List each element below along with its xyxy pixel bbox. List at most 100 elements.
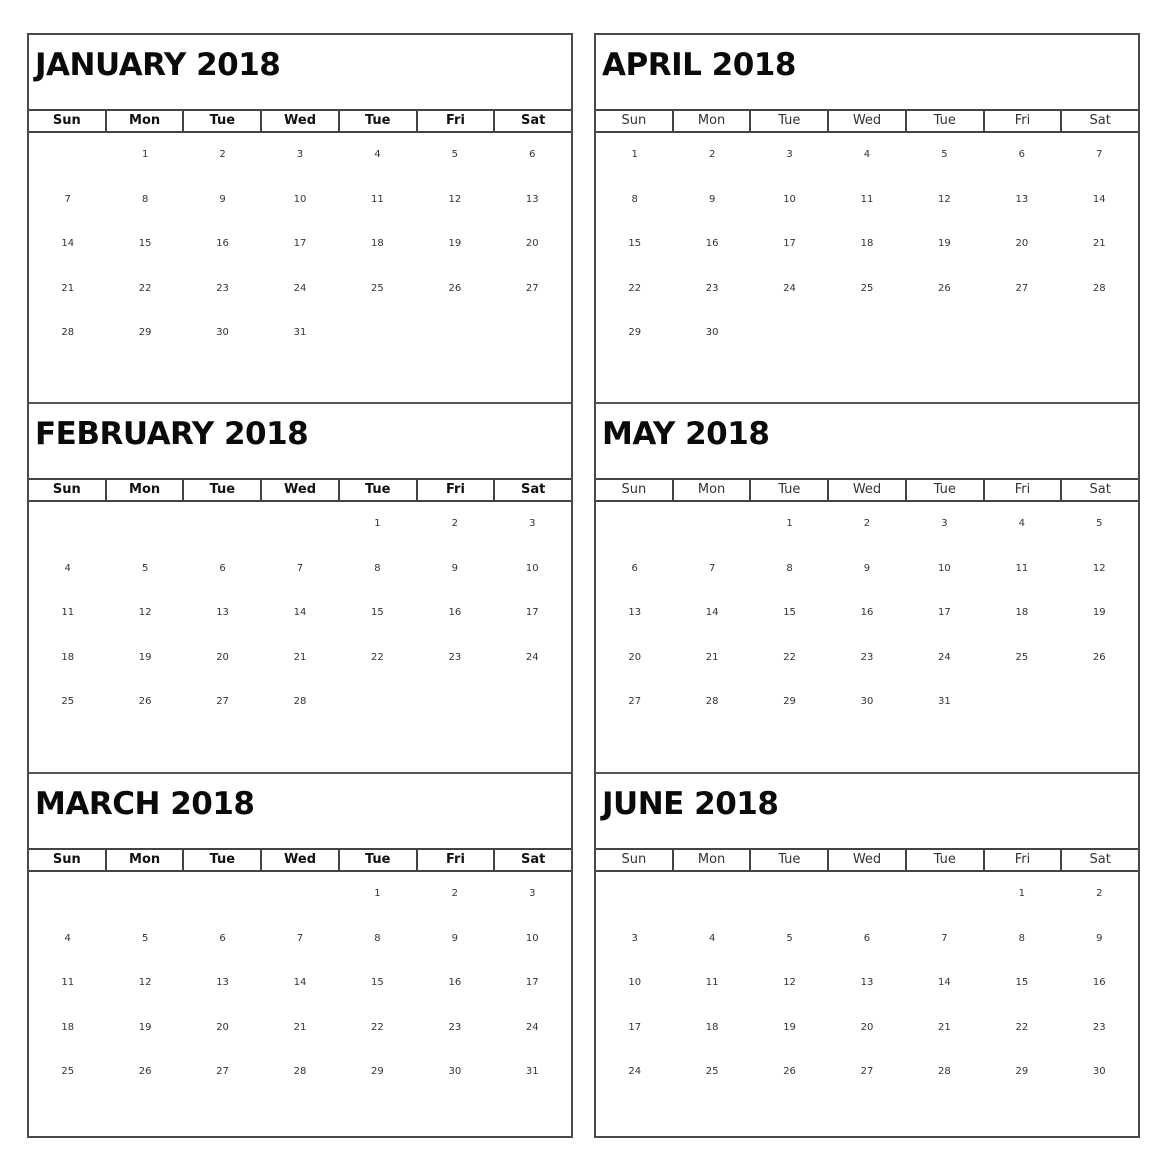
weekday-label: Sun [52,113,81,128]
day-cell: 24 [525,651,539,663]
day-cell: 26 [783,1066,796,1077]
weekday-label: Wed [260,111,338,131]
day-cell: 23 [216,282,229,294]
day-cell: 16 [860,607,874,618]
day-cell: 1 [141,149,149,160]
date-grid: 1 2 3 4 5 6 7 8 9 10 11 12 13 14 15 16 17 18 19 20 21 22 23 24 2… [29,872,571,1138]
empty-day-cell [906,874,983,919]
empty-day-cell [106,874,183,919]
day-cell: 8 [1018,932,1026,944]
day-cell: 22 [138,282,152,294]
day-cell: 30 [216,327,229,338]
weekday-label: Tue [904,480,983,500]
weekday-label: Tue [337,111,416,131]
month-title: MARCH 2018 [35,786,255,822]
day-cell: 28 [938,1066,951,1077]
day-cell: 1 [374,888,381,899]
day-cell: 28 [705,696,719,707]
day-cell: 24 [938,651,951,663]
day-cell: 20 [1015,238,1029,249]
weekday-label: Fri [982,850,1061,870]
weekday-label: Sun [52,852,81,867]
day-cell: 29 [628,327,642,338]
day-cell: 21 [61,282,75,294]
weekday-label: Wed [260,480,338,500]
day-cell: 14 [293,977,307,988]
day-cell: 9 [708,193,716,205]
day-cell: 25 [705,1066,719,1077]
day-cell: 21 [1092,238,1106,249]
day-cell: 29 [138,327,152,338]
day-cell: 19 [138,1021,152,1033]
day-cell: 26 [138,696,152,707]
day-cell: 22 [371,1021,384,1033]
weekday-label: Fri [415,111,494,131]
day-cell: 4 [1018,518,1026,529]
day-cell: 28 [61,327,75,338]
day-cell: 9 [451,932,459,944]
date-grid: 1 2 3 4 5 6 7 8 9 10 11 12 13 14 15 16 17 18 19 20 21 22 23 24 2… [29,502,571,772]
day-cell: 3 [631,932,638,944]
weekday-label: Sun [621,852,647,867]
day-cell: 30 [1092,1066,1106,1077]
weekday-label: Tue [749,111,827,131]
weekday-label: Sun [621,113,647,128]
empty-day-cell [106,504,183,549]
day-cell: 14 [293,607,307,618]
day-cell: 25 [1015,651,1029,663]
day-cell: 17 [525,977,539,988]
day-cell: 27 [860,1066,874,1077]
day-cell: 23 [860,651,874,663]
day-cell: 21 [293,1021,307,1033]
day-cell: 13 [216,607,229,618]
weekday-label: Fri [982,111,1061,131]
day-cell: 23 [1092,1021,1106,1033]
day-cell: 2 [863,518,871,529]
day-cell: 31 [525,1066,539,1077]
day-cell: 31 [293,327,307,338]
day-cell: 16 [216,238,229,249]
day-cell: 12 [138,607,152,618]
day-cell: 17 [938,607,951,618]
day-cell: 20 [525,238,539,249]
weekday-label: Tue [182,111,260,131]
day-cell: 15 [783,607,796,618]
day-cell: 17 [783,238,796,249]
day-cell: 11 [371,193,384,205]
day-cell: 25 [61,1066,75,1077]
empty-day-cell [673,874,750,919]
day-cell: 19 [138,651,152,663]
weekday-label: Fri [415,480,494,500]
day-cell: 22 [1015,1021,1029,1033]
month-block-june: JUNE 2018 Sun Mon Tue Wed Tue Fri Sat 12345678… [596,772,1138,1138]
weekday-label: Fri [415,850,494,870]
day-cell: 3 [296,149,304,160]
day-cell: 10 [525,932,539,944]
day-cell: 20 [860,1021,874,1033]
day-cell: 19 [1092,607,1106,618]
day-cell: 10 [938,562,951,574]
day-cell: 5 [141,562,149,574]
empty-day-cell [596,874,673,919]
day-cell: 3 [786,149,793,160]
day-cell: 22 [628,282,642,294]
day-cell: 29 [1015,1066,1029,1077]
weekday-header-row: Sun Mon Tue Wed Tue Fri Sat [29,109,571,133]
empty-day-cell [596,504,673,549]
day-cell: 31 [938,696,951,707]
day-cell: 21 [293,651,307,663]
weekday-header-row: Sun Mon Tue Wed Tue Fri Sat [596,478,1138,502]
day-cell: 2 [1096,888,1103,899]
day-cell: 8 [141,193,149,205]
day-cell: 1 [374,518,381,529]
weekday-label: Fri [982,480,1061,500]
empty-day-cell [261,874,338,919]
day-cell: 13 [216,977,229,988]
day-cell: 30 [860,696,874,707]
day-cell: 4 [64,562,71,574]
day-cell: 6 [219,932,226,944]
day-cell: 27 [1015,282,1029,294]
day-cell: 4 [708,932,716,944]
weekday-label: Tue [904,850,983,870]
day-cell: 27 [525,282,539,294]
